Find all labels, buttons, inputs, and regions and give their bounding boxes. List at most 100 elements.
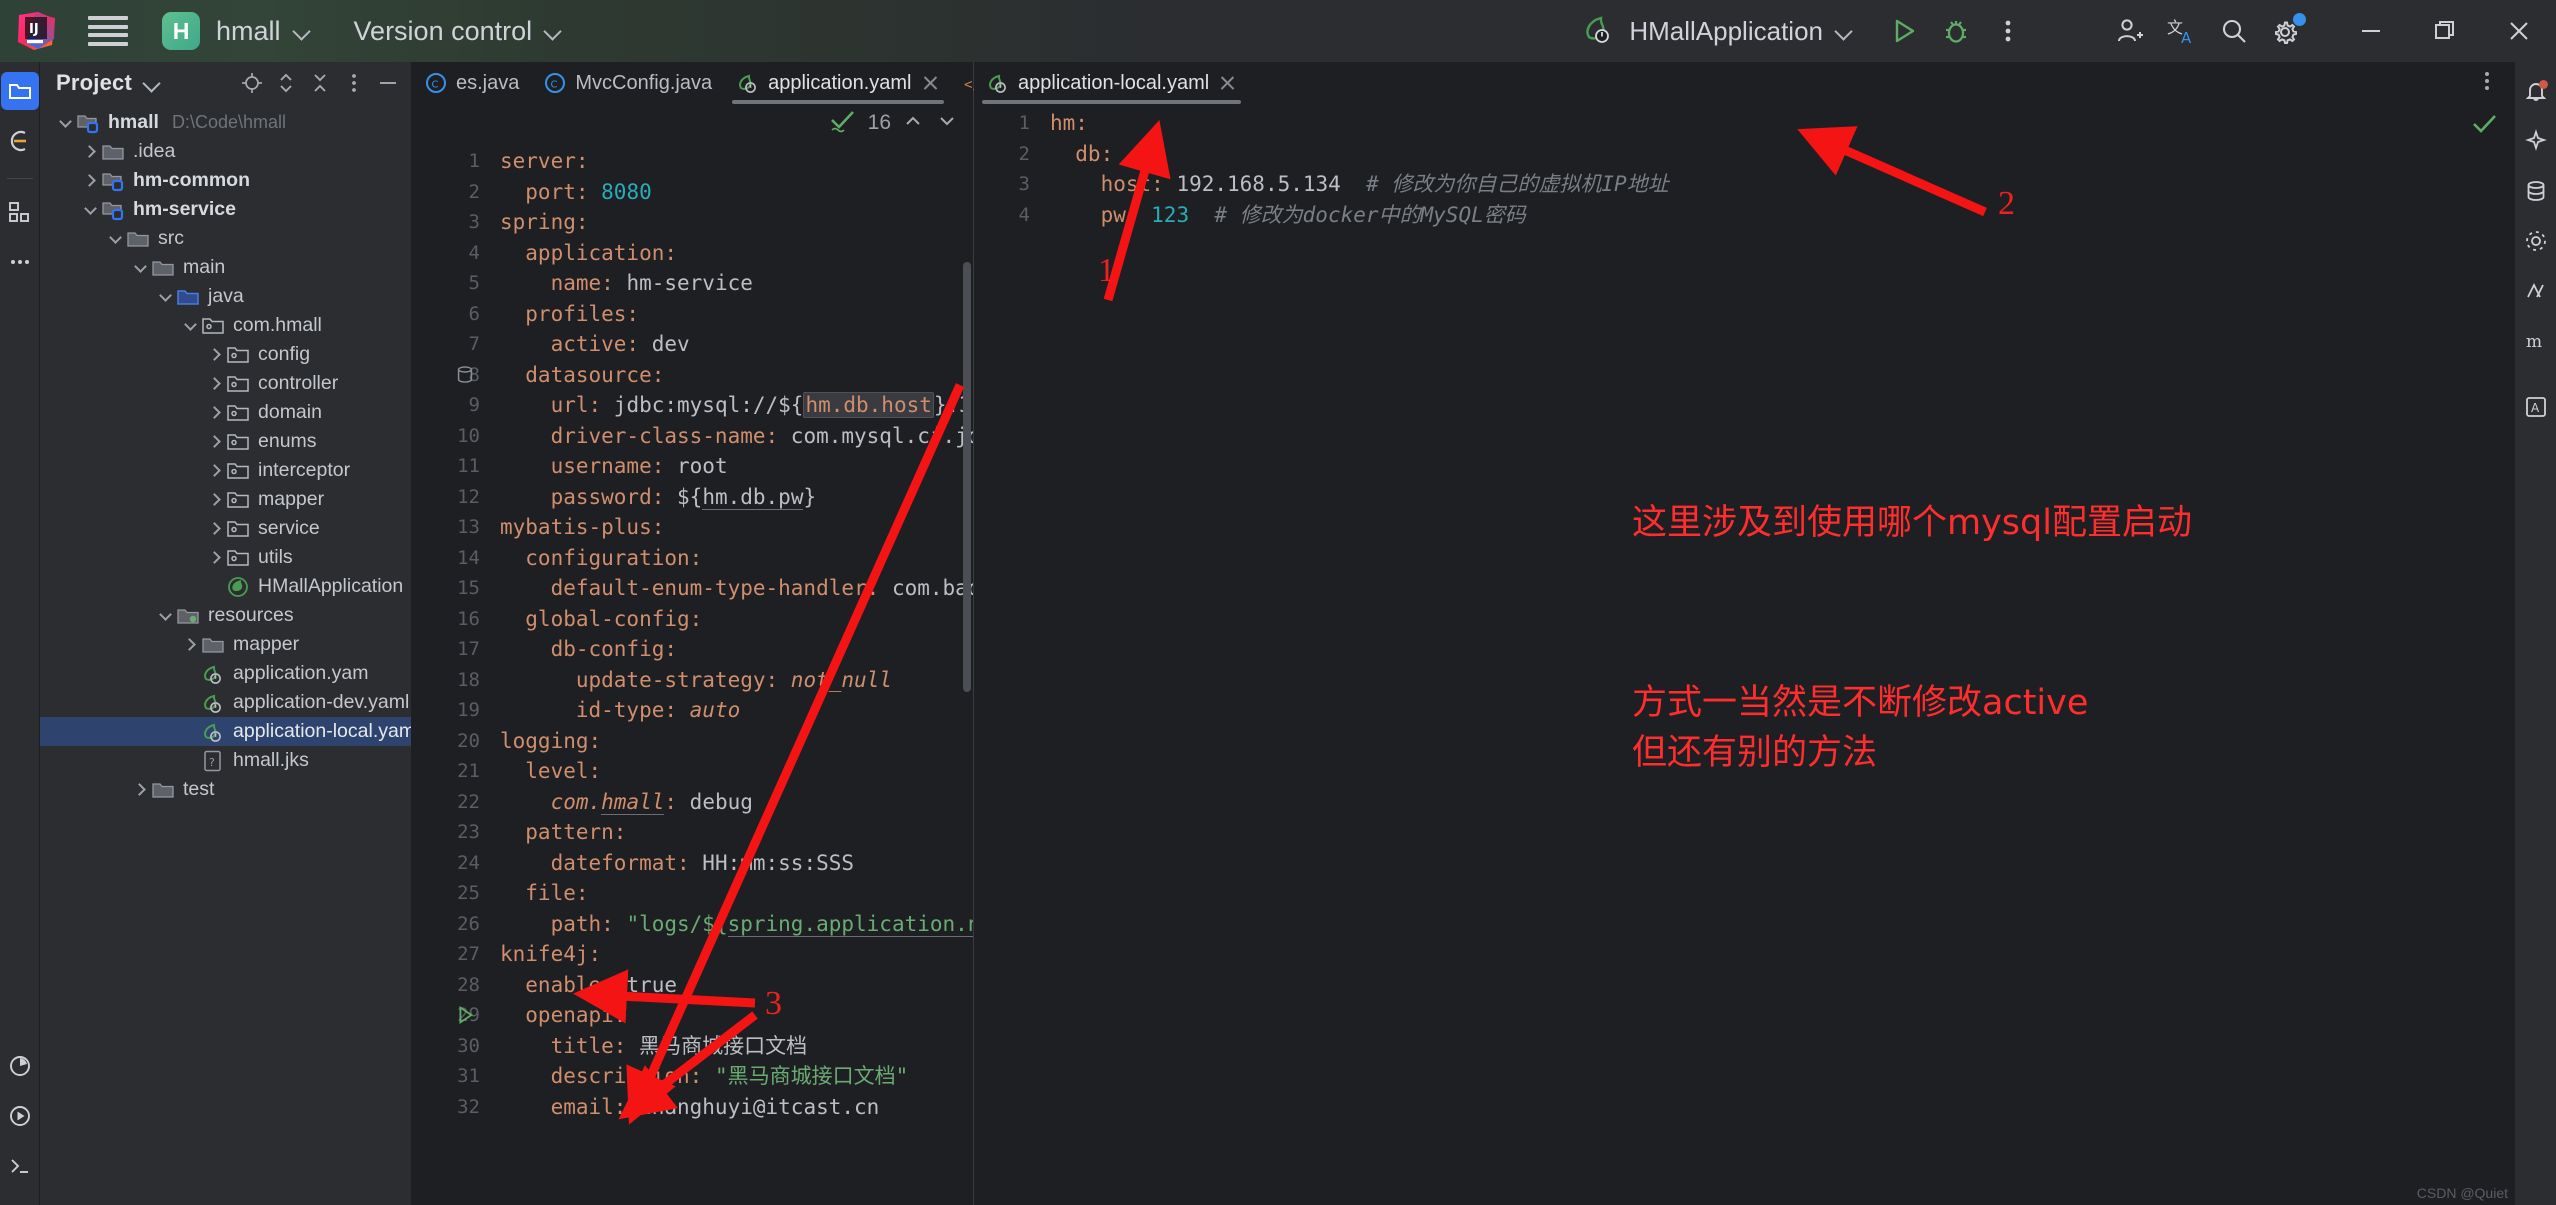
tree-node-hm-service[interactable]: hm-service — [40, 195, 411, 224]
code-line[interactable]: password: ${hm.db.pw} — [500, 482, 973, 513]
chevron-down-icon[interactable] — [79, 199, 101, 221]
tree-node-config[interactable]: config — [40, 340, 411, 369]
line-number-gutter-left[interactable]: 1234567891011121314151617181920212223242… — [412, 142, 490, 1205]
code-line[interactable]: dateformat: HH:mm:ss:SSS — [500, 848, 973, 879]
code-line[interactable]: id-type: auto — [500, 695, 973, 726]
code-line[interactable]: db: — [1050, 139, 2514, 170]
tree-node-enums[interactable]: enums — [40, 427, 411, 456]
tree-node-application-local-yaml[interactable]: application-local.yaml — [40, 717, 411, 746]
chevron-right-icon[interactable] — [79, 170, 101, 192]
chevron-right-icon[interactable] — [129, 779, 151, 801]
code-line[interactable]: default-enum-type-handler: com.baomidou.… — [500, 573, 973, 604]
code-line[interactable]: email: zhanghuyi@itcast.cn — [500, 1092, 973, 1123]
inspection-widget-left[interactable]: 16 — [412, 104, 973, 142]
code-line[interactable]: enable: true — [500, 970, 973, 1001]
tree-node-src[interactable]: src — [40, 224, 411, 253]
code-content-left[interactable]: server: port: 8080spring: application: n… — [490, 142, 973, 1205]
collapse-all-icon[interactable] — [305, 68, 335, 98]
code-line[interactable]: level: — [500, 756, 973, 787]
code-line[interactable]: openapi: — [500, 1000, 973, 1031]
more-vertical-icon[interactable] — [1982, 5, 2034, 57]
tree-node-mapper[interactable]: mapper — [40, 485, 411, 514]
tree-node-controller[interactable]: controller — [40, 369, 411, 398]
code-line[interactable]: hm: — [1050, 108, 2514, 139]
chevron-down-icon[interactable] — [104, 228, 126, 250]
editor-tab-mvcconfig-java[interactable]: CMvcConfig.java — [531, 62, 724, 104]
version-control-menu[interactable]: Version control — [354, 16, 562, 47]
expand-collapse-icon[interactable] — [271, 68, 301, 98]
chevron-right-icon[interactable] — [79, 141, 101, 163]
close-icon[interactable] — [1219, 74, 1237, 92]
tree-node-interceptor[interactable]: interceptor — [40, 456, 411, 485]
tree-node-domain[interactable]: domain — [40, 398, 411, 427]
code-line[interactable]: com.hmall: debug — [500, 787, 973, 818]
sidebar-item-terminal[interactable] — [1, 1147, 39, 1185]
code-line[interactable]: profiles: — [500, 299, 973, 330]
chevron-right-icon[interactable] — [204, 489, 226, 511]
tree-node-mapper[interactable]: mapper — [40, 630, 411, 659]
minimize-icon[interactable] — [2334, 0, 2408, 62]
code-line[interactable]: title: 黑马商城接口文档 — [500, 1031, 973, 1062]
tree-node-resources[interactable]: resources — [40, 601, 411, 630]
code-line[interactable]: url: jdbc:mysql://${hm.db.host}:3306/hma… — [500, 390, 973, 421]
hamburger-menu-icon[interactable] — [88, 16, 128, 46]
chevron-right-icon[interactable] — [204, 460, 226, 482]
code-line[interactable]: configuration: — [500, 543, 973, 574]
chevron-right-icon[interactable] — [204, 402, 226, 424]
close-icon[interactable] — [922, 74, 940, 92]
close-icon[interactable] — [2482, 0, 2556, 62]
code-line[interactable]: pattern: — [500, 817, 973, 848]
sidebar-item-structure[interactable] — [1, 193, 39, 231]
tree-node-hmall[interactable]: hmallD:\Code\hmall — [40, 108, 411, 137]
project-selector[interactable]: H hmall — [162, 12, 310, 50]
code-line[interactable]: global-config: — [500, 604, 973, 635]
tree-node-test[interactable]: test — [40, 775, 411, 804]
code-line[interactable]: file: — [500, 878, 973, 909]
search-icon[interactable] — [2208, 5, 2260, 57]
bell-icon[interactable] — [2517, 72, 2555, 110]
tree-node-utils[interactable]: utils — [40, 543, 411, 572]
code-line[interactable]: port: 8080 — [500, 177, 973, 208]
code-line[interactable]: driver-class-name: com.mysql.cj.jdbc.Dri… — [500, 421, 973, 452]
code-line[interactable]: server: — [500, 146, 973, 177]
sidebar-item-project[interactable] — [1, 72, 39, 110]
translate-a-icon[interactable]: A — [2517, 388, 2555, 426]
chevron-down-icon[interactable] — [144, 75, 160, 91]
more-vertical-icon[interactable] — [2466, 69, 2508, 98]
tree-node-service[interactable]: service — [40, 514, 411, 543]
sidebar-item-commit[interactable] — [1, 122, 39, 160]
chevron-down-icon[interactable] — [154, 605, 176, 627]
tree-node-com-hmall[interactable]: com.hmall — [40, 311, 411, 340]
target-icon[interactable] — [237, 68, 267, 98]
tree-node-hm-common[interactable]: hm-common — [40, 166, 411, 195]
editor-tabs-right[interactable]: application-local.yaml — [974, 62, 2514, 104]
tree-node--idea[interactable]: .idea — [40, 137, 411, 166]
tree-node-application-dev-yaml[interactable]: application-dev.yaml — [40, 688, 411, 717]
sidebar-item-profiler[interactable] — [1, 1047, 39, 1085]
code-line[interactable]: mybatis-plus: — [500, 512, 973, 543]
tree-node-hmallapplication[interactable]: HMallApplication — [40, 572, 411, 601]
code-line[interactable]: pw: 123 # 修改为docker中的MySQL密码 — [1050, 200, 2514, 231]
run-configuration-selector[interactable]: HMallApplication — [1581, 12, 1852, 51]
tree-node-application-yam[interactable]: application.yam — [40, 659, 411, 688]
hide-panel-icon[interactable] — [373, 68, 403, 98]
debug-icon[interactable] — [1930, 5, 1982, 57]
code-line[interactable]: username: root — [500, 451, 973, 482]
endpoints-icon[interactable] — [2517, 272, 2555, 310]
add-user-icon[interactable] — [2104, 5, 2156, 57]
more-vertical-icon[interactable] — [339, 68, 369, 98]
bean-icon[interactable] — [2517, 222, 2555, 260]
settings-gear-icon[interactable] — [2260, 5, 2312, 57]
tree-node-java[interactable]: java — [40, 282, 411, 311]
run-icon[interactable] — [1878, 5, 1930, 57]
translate-icon[interactable]: 文 A — [2156, 5, 2208, 57]
code-line[interactable]: knife4j: — [500, 939, 973, 970]
ai-icon[interactable] — [2517, 122, 2555, 160]
editor-scrollbar-left[interactable] — [963, 262, 971, 692]
tree-node-main[interactable]: main — [40, 253, 411, 282]
database-icon[interactable] — [2517, 172, 2555, 210]
code-line[interactable]: db-config: — [500, 634, 973, 665]
code-line[interactable]: name: hm-service — [500, 268, 973, 299]
chevron-right-icon[interactable] — [204, 344, 226, 366]
editor-tabs-left[interactable]: Ces.javaCMvcConfig.javaapplication.yaml<… — [412, 62, 973, 104]
